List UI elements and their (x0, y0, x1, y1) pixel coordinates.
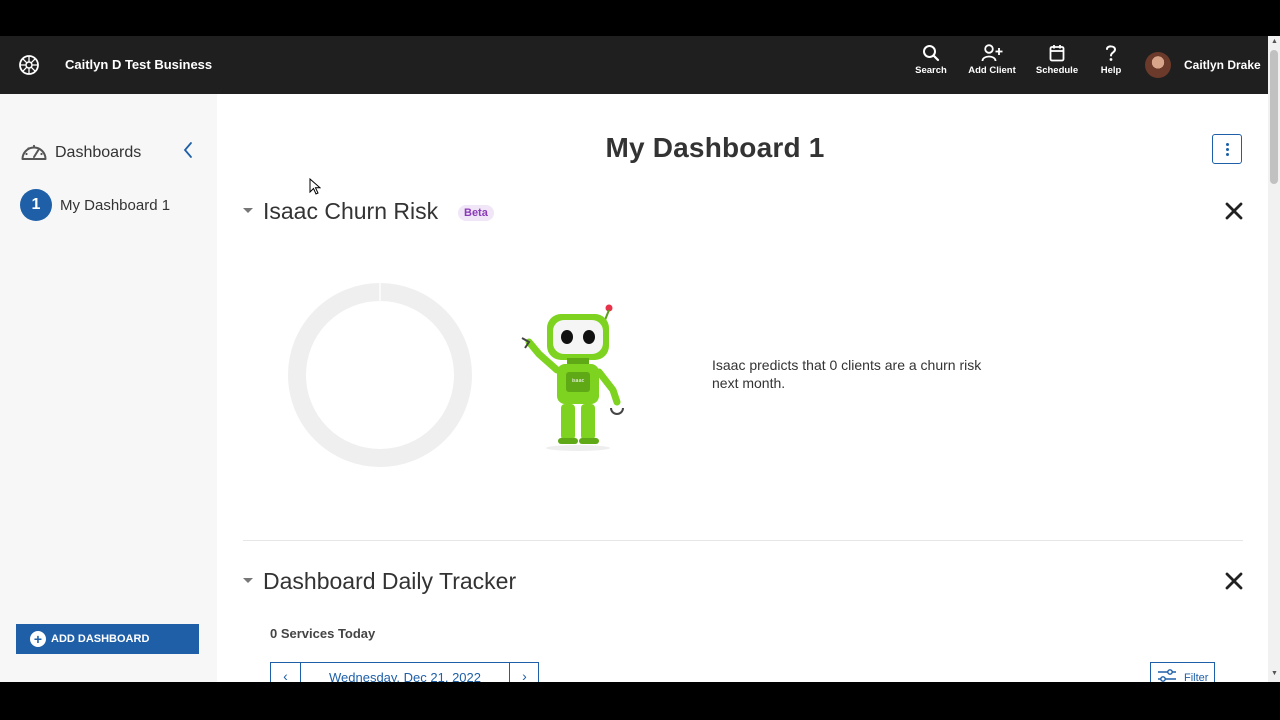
top-navigation-bar: Caitlyn D Test Business Search Add Clien… (0, 36, 1268, 94)
isaac-robot-illustration: isaac (521, 304, 624, 451)
search-label: Search (915, 65, 947, 76)
help-button[interactable]: Help (1096, 44, 1126, 88)
collapse-sidebar-chevron-icon[interactable] (182, 141, 194, 159)
add-dashboard-label: ADD DASHBOARD (51, 633, 150, 645)
mouse-cursor-icon (309, 178, 321, 195)
close-card-icon[interactable] (1223, 200, 1245, 222)
add-client-button[interactable]: Add Client (966, 44, 1018, 88)
selected-date[interactable]: Wednesday, Dec 21, 2022 (301, 670, 509, 682)
app-logo-icon[interactable] (18, 54, 40, 76)
next-day-chevron-icon[interactable]: › (509, 663, 539, 682)
schedule-button[interactable]: Schedule (1034, 44, 1080, 88)
main-content: My Dashboard 1 Isaac Churn Risk Beta isa… (217, 94, 1268, 682)
daily-tracker-card-title: Dashboard Daily Tracker (263, 568, 517, 594)
add-user-icon (981, 44, 1003, 62)
plus-circle-icon: + (30, 631, 46, 647)
user-avatar[interactable] (1145, 52, 1171, 78)
dashboard-options-menu-icon[interactable] (1212, 134, 1242, 164)
churn-risk-card-title: Isaac Churn Risk (263, 198, 439, 224)
gauge-icon (21, 144, 47, 160)
churn-risk-message: Isaac predicts that 0 clients are a chur… (712, 357, 982, 391)
page-title: My Dashboard 1 (605, 132, 825, 163)
add-client-label: Add Client (968, 65, 1016, 76)
svg-text:isaac: isaac (572, 378, 585, 384)
beta-badge: Beta (458, 205, 494, 221)
app-window: Caitlyn D Test Business Search Add Clien… (0, 36, 1280, 682)
daily-tracker-card-header: Dashboard Daily Tracker (243, 568, 1243, 598)
scroll-down-arrow-icon[interactable]: ▼ (1271, 670, 1278, 677)
search-icon (923, 45, 940, 62)
sidebar-item-label: My Dashboard 1 (60, 197, 171, 214)
sliders-icon (1158, 669, 1176, 682)
scrollbar-thumb[interactable] (1270, 50, 1278, 184)
dashboard-number-badge: 1 (20, 189, 52, 221)
filter-label: Filter (1184, 672, 1209, 682)
video-letterbox-top (0, 0, 1280, 36)
sidebar-item-my-dashboard-1[interactable]: 1 My Dashboard 1 (20, 189, 210, 221)
video-letterbox-bottom (0, 682, 1280, 720)
scroll-up-arrow-icon[interactable]: ▲ (1271, 38, 1278, 45)
collapse-caret-icon[interactable] (243, 578, 253, 583)
previous-day-chevron-icon[interactable]: ‹ (271, 663, 301, 682)
schedule-label: Schedule (1035, 65, 1079, 76)
user-name[interactable]: Caitlyn Drake (1184, 58, 1261, 72)
add-dashboard-button[interactable]: + ADD DASHBOARD (16, 624, 199, 654)
card-divider (243, 540, 1243, 541)
collapse-caret-icon[interactable] (243, 208, 253, 213)
services-today-count: 0 Services Today (270, 626, 376, 641)
business-name[interactable]: Caitlyn D Test Business (65, 57, 212, 72)
filter-button[interactable]: Filter (1150, 662, 1215, 682)
sidebar-header: Dashboards (20, 140, 200, 164)
churn-risk-card-header: Isaac Churn Risk Beta (243, 198, 1243, 228)
calendar-icon (1049, 45, 1065, 62)
help-label: Help (1100, 65, 1122, 76)
date-navigator: ‹ Wednesday, Dec 21, 2022 › (270, 662, 539, 682)
close-card-icon[interactable] (1223, 570, 1245, 592)
dashboards-sidebar: Dashboards 1 My Dashboard 1 + ADD DASHBO… (0, 94, 217, 682)
search-button[interactable]: Search (911, 44, 951, 88)
churn-donut-chart (288, 283, 472, 467)
page-scrollbar[interactable]: ▲ ▼ (1268, 36, 1280, 682)
sidebar-title: Dashboards (55, 144, 142, 161)
question-icon (1106, 45, 1117, 61)
